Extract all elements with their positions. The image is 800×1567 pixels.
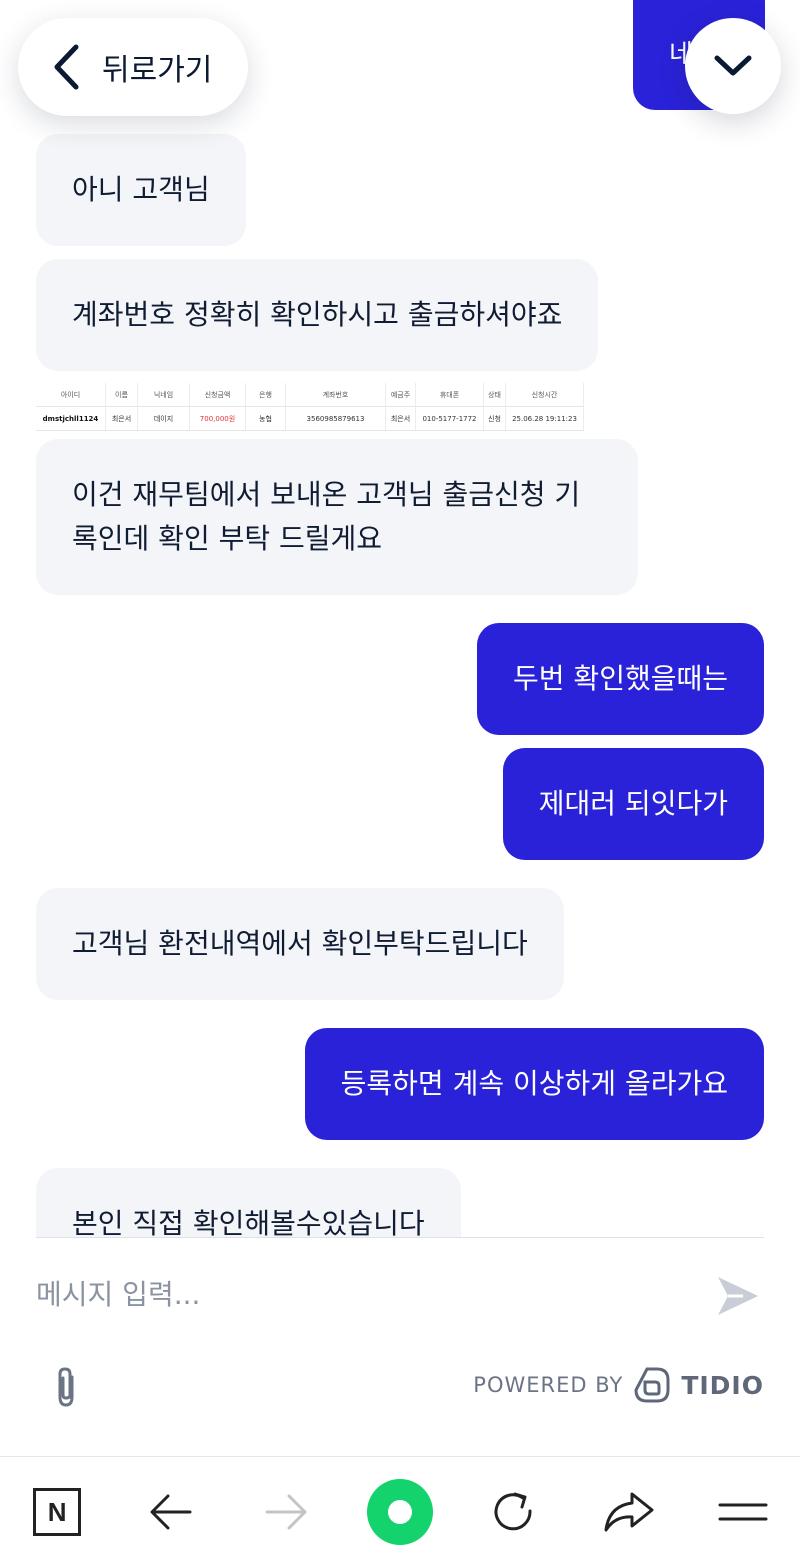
message-operator: 계좌번호 정확히 확인하시고 출금하셔야죠 (36, 259, 599, 371)
green-dot-button[interactable] (360, 1472, 440, 1552)
record-header-row: 아이디 이름 닉네임 신청금액 은행 계좌번호 예금주 휴대폰 상태 신청시간 (36, 383, 584, 407)
message-text: 등록하면 계속 이상하게 올라가요 (340, 1067, 728, 1100)
attach-button[interactable] (50, 1365, 84, 1409)
record-header-cell: 은행 (246, 383, 286, 406)
record-header-cell: 휴대폰 (416, 383, 484, 406)
message-visitor: 제대러 되잇다가 (502, 748, 764, 860)
message-text: 이건 재무팀에서 보내온 고객님 출금신청 기록인데 확인 부탁 드릴게요 (72, 478, 581, 555)
powered-by-brand: TIDIO (681, 1370, 764, 1400)
record-header-cell: 아이디 (36, 383, 106, 406)
record-cell-holder: 최은서 (386, 407, 416, 430)
chevron-down-icon (714, 55, 752, 76)
message-text: 제대러 되잇다가 (538, 787, 728, 820)
browser-toolbar: N (0, 1456, 800, 1567)
record-cell-id: dmstjchll1124 (36, 407, 106, 430)
forward-nav-button[interactable] (246, 1472, 326, 1552)
message-operator: 고객님 환전내역에서 확인부탁드립니다 (36, 888, 564, 1000)
arrow-right-icon (265, 1494, 307, 1530)
send-button[interactable] (712, 1270, 764, 1322)
record-cell-name: 최은서 (106, 407, 138, 430)
paperclip-icon (58, 1367, 74, 1407)
tidio-logo-icon (634, 1367, 670, 1403)
menu-button[interactable] (703, 1472, 783, 1552)
arrow-left-icon (150, 1494, 192, 1530)
record-cell-time: 25.06.28 19:11:23 (506, 407, 584, 430)
chat-area: 네 아니 고객님 계좌번호 정확히 확인하시고 출금하셔야죠 아이디 이름 닉네… (0, 0, 800, 1237)
message-operator: 아니 고객님 (36, 134, 246, 246)
back-button[interactable]: 뒤로가기 (18, 18, 248, 116)
message-text: 두번 확인했을때는 (513, 662, 728, 695)
message-visitor: 등록하면 계속 이상하게 올라가요 (304, 1028, 764, 1140)
back-button-label: 뒤로가기 (102, 53, 213, 88)
record-data-row: dmstjchll1124 최은서 데이지 700,000원 농협 356098… (36, 407, 584, 431)
powered-by[interactable]: POWERED BY TIDIO (473, 1366, 764, 1404)
chevron-left-icon (54, 44, 79, 90)
refresh-button[interactable] (474, 1472, 554, 1552)
naver-logo-icon: N (33, 1488, 82, 1536)
back-nav-button[interactable] (131, 1472, 211, 1552)
record-header-cell: 예금주 (386, 383, 416, 406)
record-header-cell: 이름 (106, 383, 138, 406)
send-icon (718, 1277, 758, 1315)
record-cell-account: 3560985879613 (286, 407, 386, 430)
record-header-cell: 신청금액 (190, 383, 246, 406)
composer-divider (36, 1237, 764, 1238)
message-operator: 이건 재무팀에서 보내온 고객님 출금신청 기록인데 확인 부탁 드릴게요 (36, 439, 638, 595)
message-input[interactable] (36, 1262, 676, 1326)
record-header-cell: 계좌번호 (286, 383, 386, 406)
share-button[interactable] (589, 1472, 669, 1552)
scroll-down-button[interactable] (685, 18, 781, 114)
record-header-cell: 닉네임 (138, 383, 190, 406)
record-cell-amount: 700,000원 (190, 407, 246, 430)
powered-by-label: POWERED BY (473, 1373, 624, 1397)
record-header-cell: 상태 (484, 383, 506, 406)
record-cell-phone: 010-5177-1772 (416, 407, 484, 430)
naver-home-button[interactable]: N (17, 1472, 97, 1552)
record-cell-bank: 농협 (246, 407, 286, 430)
share-arrow-icon (604, 1492, 654, 1532)
message-visitor: 두번 확인했을때는 (477, 623, 764, 735)
green-dot-icon (366, 1479, 433, 1545)
record-header-cell: 신청시간 (506, 383, 584, 406)
withdrawal-record-image[interactable]: 아이디 이름 닉네임 신청금액 은행 계좌번호 예금주 휴대폰 상태 신청시간 … (36, 383, 584, 431)
record-cell-status: 신청 (484, 407, 506, 430)
message-text: 고객님 환전내역에서 확인부탁드립니다 (72, 927, 528, 960)
record-cell-nickname: 데이지 (138, 407, 190, 430)
message-text: 본인 직접 확인해볼수있습니다 (72, 1207, 425, 1237)
refresh-icon (494, 1492, 532, 1531)
message-operator: 본인 직접 확인해볼수있습니다 (36, 1168, 461, 1237)
message-text: 계좌번호 정확히 확인하시고 출금하셔야죠 (72, 298, 563, 331)
message-text: 아니 고객님 (72, 173, 210, 206)
hamburger-menu-icon (718, 1503, 768, 1521)
